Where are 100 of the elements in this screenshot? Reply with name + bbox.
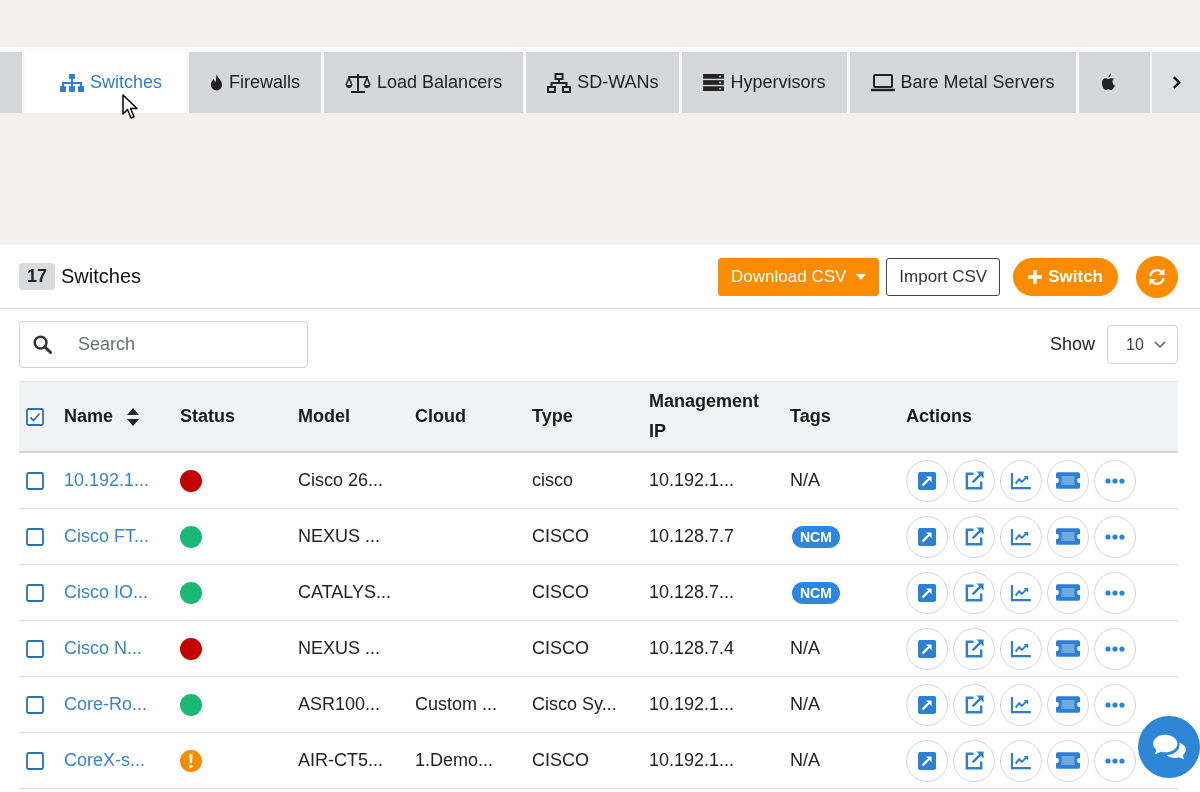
column-header: Actions <box>906 404 972 428</box>
tab[interactable]: Load Balancers <box>324 52 524 113</box>
tab[interactable]: Hypervisors <box>682 52 847 113</box>
more-button[interactable] <box>1094 571 1136 614</box>
open-button[interactable] <box>906 515 948 558</box>
panel-title: Switches <box>61 265 142 288</box>
ticket-button[interactable] <box>1047 571 1089 614</box>
chart-button[interactable] <box>1000 683 1042 726</box>
dropdown-button[interactable]: Download CSV <box>718 257 880 296</box>
flame-icon <box>210 74 224 91</box>
tab[interactable]: Switches <box>25 52 187 113</box>
table-cell: N/A <box>790 694 820 715</box>
name-link[interactable]: Cisco N... <box>64 638 142 659</box>
arrow-square-icon <box>918 527 936 546</box>
open-button[interactable] <box>906 459 948 502</box>
chart-button[interactable] <box>1000 627 1042 670</box>
more-button[interactable] <box>1094 515 1136 558</box>
chevron-down-icon <box>1154 340 1166 349</box>
external-link-icon <box>963 582 985 603</box>
tab[interactable]: Firewalls <box>189 52 322 113</box>
laptop-icon <box>870 73 895 92</box>
table-cell: 1.Demo... <box>415 750 494 771</box>
external-link-button[interactable] <box>953 739 995 782</box>
checkbox[interactable] <box>26 639 44 658</box>
more-icon <box>1105 589 1125 596</box>
server-icon <box>703 74 725 91</box>
search-field[interactable]: Search <box>19 321 308 368</box>
external-link-button[interactable] <box>953 459 995 502</box>
open-button[interactable] <box>906 627 948 670</box>
checkbox[interactable] <box>26 583 44 602</box>
checkbox[interactable] <box>26 407 44 426</box>
caret-icon <box>856 273 867 280</box>
name-link[interactable]: CoreX-s... <box>64 750 146 771</box>
column-header: Management IP <box>649 389 761 443</box>
line-chart-icon <box>1010 583 1032 602</box>
outline-button[interactable]: Import CSV <box>886 257 1001 296</box>
more-button[interactable] <box>1094 627 1136 670</box>
ticket-button[interactable] <box>1047 627 1089 670</box>
more-icon <box>1105 477 1125 484</box>
column-header[interactable]: Name <box>64 401 140 432</box>
table-cell: CISCO <box>532 750 589 771</box>
line-chart-icon <box>1010 639 1032 658</box>
name-link[interactable]: Core-Ro... <box>64 694 148 715</box>
column-header: Type <box>532 404 573 428</box>
table-cell: N/A <box>790 470 820 491</box>
tab[interactable]: Bare Metal Servers <box>849 52 1076 113</box>
more-button[interactable] <box>1094 739 1136 782</box>
column-header: Status <box>180 404 235 428</box>
network-icon <box>547 72 572 93</box>
checkbox[interactable] <box>26 527 44 546</box>
arrow-square-icon <box>918 639 936 658</box>
tab[interactable] <box>1078 52 1150 113</box>
chart-button[interactable] <box>1000 459 1042 502</box>
tag-badge: NCM <box>792 581 840 604</box>
checkbox[interactable] <box>26 695 44 714</box>
refresh-button[interactable] <box>1136 255 1178 298</box>
mouse-pointer-icon <box>122 94 140 120</box>
checkbox[interactable] <box>26 471 44 490</box>
ticket-icon <box>1056 696 1080 713</box>
open-button[interactable] <box>906 739 948 782</box>
table-cell: CATALYS... <box>298 582 392 603</box>
chart-button[interactable] <box>1000 739 1042 782</box>
external-link-icon <box>963 694 985 715</box>
apple-icon <box>1100 74 1116 91</box>
checkbox[interactable] <box>26 751 44 770</box>
more-icon <box>1105 533 1125 540</box>
arrow-square-icon <box>918 471 936 490</box>
table-cell: 10.192.1... <box>649 750 735 771</box>
ticket-button[interactable] <box>1047 739 1089 782</box>
scale-icon <box>345 72 372 93</box>
open-button[interactable] <box>906 571 948 614</box>
arrow-square-icon <box>918 695 936 714</box>
name-link[interactable]: Cisco FT... <box>64 526 149 547</box>
ticket-button[interactable] <box>1047 459 1089 502</box>
external-link-button[interactable] <box>953 515 995 558</box>
more-icon <box>1105 757 1125 764</box>
tab[interactable]: SD-WANs <box>526 52 680 113</box>
external-link-button[interactable] <box>953 571 995 614</box>
name-link[interactable]: Cisco IO... <box>64 582 148 603</box>
table-cell: 10.128.7.4 <box>649 638 735 659</box>
external-link-icon <box>963 470 985 491</box>
tag-badge: NCM <box>792 525 840 548</box>
open-button[interactable] <box>906 683 948 726</box>
page-size-select[interactable]: 10 <box>1107 325 1178 364</box>
more-button[interactable] <box>1094 683 1136 726</box>
external-link-icon <box>963 750 985 771</box>
ticket-icon <box>1056 472 1080 489</box>
chart-button[interactable] <box>1000 571 1042 614</box>
external-link-button[interactable] <box>953 627 995 670</box>
chart-button[interactable] <box>1000 515 1042 558</box>
table-cell: 10.192.1... <box>649 694 735 715</box>
table-cell: CISCO <box>532 582 589 603</box>
chevron-right-icon <box>1171 75 1181 90</box>
table-cell: CISCO <box>532 638 589 659</box>
add-button[interactable]: Switch <box>1013 257 1118 296</box>
ticket-button[interactable] <box>1047 515 1089 558</box>
external-link-button[interactable] <box>953 683 995 726</box>
name-link[interactable]: 10.192.1... <box>64 470 150 491</box>
ticket-button[interactable] <box>1047 683 1089 726</box>
more-button[interactable] <box>1094 459 1136 502</box>
